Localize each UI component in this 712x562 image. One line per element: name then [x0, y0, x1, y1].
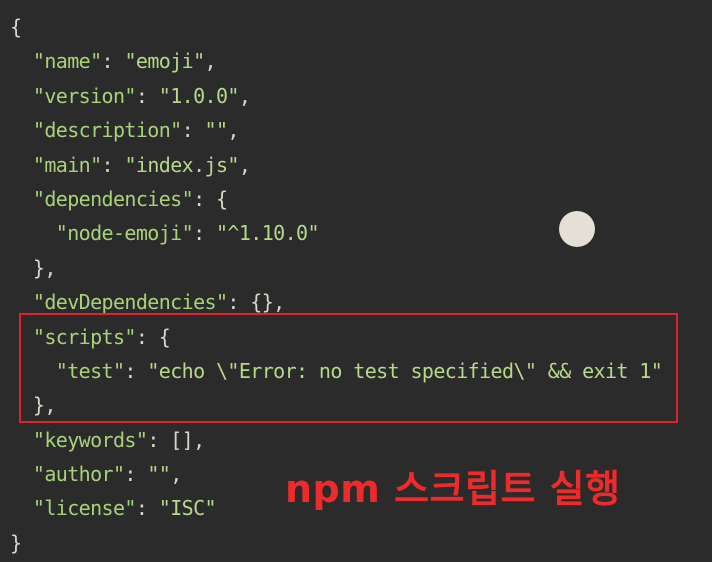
code-line-dependencies: "dependencies": { [32, 186, 228, 211]
node-emoji-value: "^1.10.0" [215, 221, 320, 246]
code-line-dependencies-close: }, [10, 255, 56, 280]
license-value: "ISC" [158, 496, 217, 521]
code-line-version: "version": "1.0.0", [32, 83, 251, 108]
version-key: "version" [32, 83, 137, 108]
dev-dependencies-value: {} [250, 290, 274, 315]
main-value: "index.js" [124, 152, 239, 177]
scripts-highlight-box [19, 313, 678, 423]
author-value: "" [147, 462, 171, 487]
code-line-name: "name": "emoji", [32, 49, 217, 74]
open-brace: { [10, 15, 22, 39]
name-key: "name" [32, 49, 102, 74]
version-value: "1.0.0" [158, 83, 240, 108]
license-key: "license" [32, 496, 137, 521]
keywords-value: [] [170, 427, 194, 452]
code-line-open: { [10, 10, 662, 44]
description-value: "" [204, 118, 228, 143]
code-line-keywords: "keywords": [], [32, 427, 205, 452]
dev-dependencies-key: "devDependencies" [32, 290, 228, 315]
code-line-close: } [10, 526, 662, 560]
code-line-description: "description": "", [32, 118, 240, 143]
code-line-main: "main": "index.js", [32, 152, 251, 177]
keywords-key: "keywords" [32, 427, 148, 452]
description-key: "description" [32, 118, 182, 143]
dependencies-key: "dependencies" [32, 186, 194, 211]
name-value: "emoji" [124, 49, 205, 74]
cursor-dot-icon [559, 211, 595, 247]
main-key: "main" [32, 152, 102, 177]
npm-script-annotation: npm 스크립트 실행 [285, 467, 621, 511]
node-emoji-key: "node-emoji" [55, 221, 194, 246]
close-brace: } [10, 530, 22, 555]
author-key: "author" [32, 462, 125, 487]
